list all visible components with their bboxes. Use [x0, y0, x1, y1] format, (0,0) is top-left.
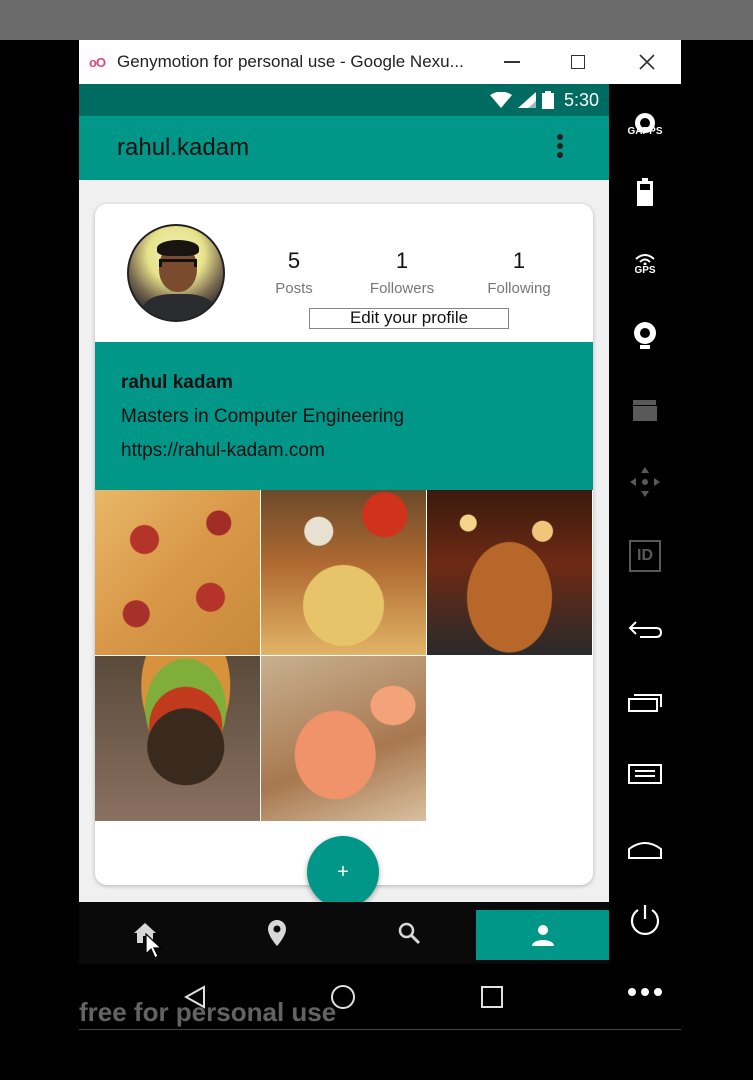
battery-tool-icon: [637, 178, 653, 206]
app-bar-title: rahul.kadam: [117, 134, 250, 161]
more-options-icon[interactable]: [555, 134, 565, 162]
window-titlebar[interactable]: oO Genymotion for personal use - Google …: [79, 40, 681, 84]
nav-map[interactable]: [211, 902, 343, 964]
photo-pizza-tomatoes[interactable]: [261, 490, 426, 655]
bio-description: Masters in Computer Engineering: [121, 406, 405, 427]
nav-search[interactable]: [343, 902, 475, 964]
status-time: 5:30: [563, 89, 599, 110]
app-bar: rahul.kadam: [79, 116, 609, 180]
stat-following[interactable]: 1 Following: [481, 248, 557, 297]
dpad-icon: [630, 467, 660, 497]
maximize-button[interactable]: [555, 40, 601, 84]
edit-profile-button[interactable]: Edit your profile: [309, 308, 509, 329]
minimize-button[interactable]: [489, 40, 535, 84]
host-top-strip: [0, 0, 753, 40]
dpad-button[interactable]: [609, 452, 681, 512]
gapps-label: GAPPS: [627, 125, 663, 137]
close-window-button[interactable]: [624, 40, 670, 84]
menu-icon: [628, 764, 662, 784]
add-post-button[interactable]: +: [307, 836, 379, 908]
posts-count: 5: [287, 248, 301, 273]
window-title: Genymotion for personal use - Google Nex…: [117, 52, 464, 71]
more-tools-button[interactable]: [609, 962, 681, 1022]
recent-apps-icon: [628, 694, 662, 712]
wifi-icon: [489, 92, 512, 108]
gapps-button[interactable]: GAPPS: [609, 94, 681, 154]
photo-salmon[interactable]: [261, 656, 426, 821]
device-id-button[interactable]: ID: [609, 526, 681, 586]
window-bottom-edge: [79, 1029, 681, 1030]
photo-roast-turkey[interactable]: [427, 490, 592, 655]
toolbar-menu-button[interactable]: [609, 744, 681, 804]
webcam-icon: [634, 322, 656, 349]
map-pin-icon: [268, 920, 286, 946]
gps-label: GPS: [634, 264, 656, 276]
screencast-button[interactable]: [609, 380, 681, 440]
genymotion-logo-icon: oO: [89, 54, 106, 70]
avatar[interactable]: [127, 224, 225, 322]
id-icon: ID: [629, 540, 661, 572]
status-bar: 5:30: [79, 84, 609, 116]
device-screen: 5:30 rahul.kadam 5 Posts 1 Followers 1 F…: [79, 84, 609, 1030]
stat-posts[interactable]: 5 Posts: [265, 248, 323, 297]
toolbar-home-button[interactable]: [609, 819, 681, 879]
recents-square-icon: [481, 986, 503, 1008]
following-count: 1: [512, 248, 526, 273]
toolbar-recents-button[interactable]: [609, 672, 681, 732]
search-icon: [398, 922, 421, 945]
ellipsis-icon: [628, 988, 662, 996]
camera-button[interactable]: [609, 306, 681, 366]
back-arrow-icon: [628, 621, 662, 638]
power-button[interactable]: [609, 890, 681, 950]
android-recents-button[interactable]: [462, 964, 522, 1030]
bio-name: rahul kadam: [121, 372, 233, 393]
signal-icon: [517, 92, 536, 108]
profile-card: 5 Posts 1 Followers 1 Following Edit you…: [95, 204, 593, 885]
battery-icon: [541, 91, 554, 109]
photo-pepperoni-pizza[interactable]: [95, 490, 260, 655]
posts-label: Posts: [275, 280, 313, 297]
bio-website-link[interactable]: https://rahul-kadam.com: [121, 440, 325, 462]
nav-profile[interactable]: [476, 910, 609, 960]
gps-button[interactable]: GPS: [609, 234, 681, 294]
watermark-text: free for personal use: [79, 997, 337, 1027]
followers-label: Followers: [369, 280, 435, 297]
bio-panel: rahul kadam Masters in Computer Engineer…: [95, 342, 593, 490]
gps-signal-icon: [635, 253, 655, 265]
home-outline-icon: [628, 842, 662, 859]
stat-followers[interactable]: 1 Followers: [363, 248, 441, 297]
toolbar-back-button[interactable]: [609, 599, 681, 659]
person-icon: [531, 925, 554, 946]
mouse-cursor-icon: [145, 933, 163, 959]
battery-tool-button[interactable]: [609, 162, 681, 222]
genymotion-side-toolbar: GAPPS GPS ID: [609, 84, 681, 1030]
following-label: Following: [487, 280, 551, 297]
photo-burger[interactable]: [95, 656, 260, 821]
followers-count: 1: [395, 248, 409, 273]
power-icon: [630, 905, 660, 935]
clapperboard-icon: [633, 400, 657, 421]
